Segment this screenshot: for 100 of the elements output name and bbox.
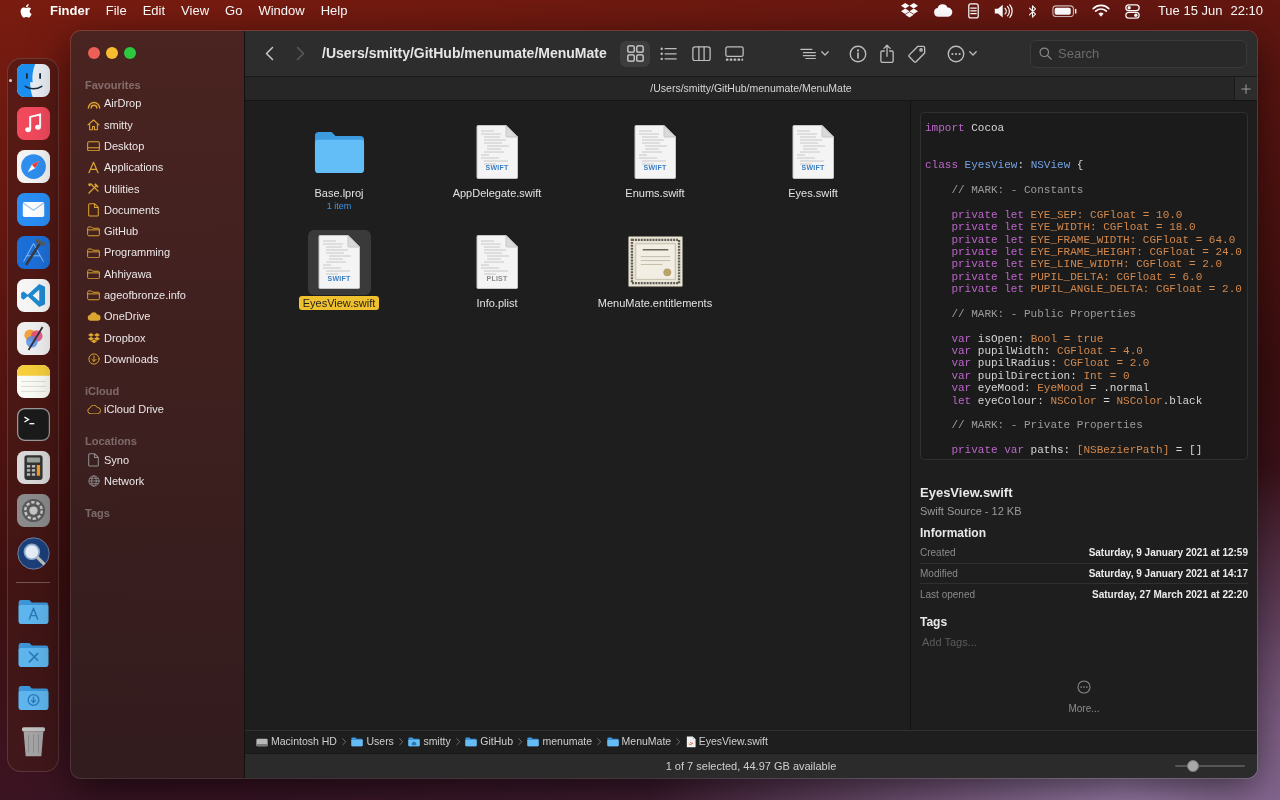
sidebar-heading: Tags [84,505,111,521]
gear-icon[interactable] [16,494,50,527]
document-icon[interactable] [476,235,518,289]
caret-icon [821,51,829,56]
file-kind-size: Swift Source - 12 KB [920,504,1023,518]
two-tone-face-icon[interactable] [16,64,50,97]
path-item[interactable]: EyesView.swift [685,734,768,750]
folder-icon [87,226,100,237]
speaker-icon[interactable] [993,3,1013,19]
sidebar-item[interactable]: Documents [81,199,234,221]
diamond-box-icon[interactable] [900,3,918,19]
more-button[interactable]: More... [1068,680,1100,715]
code-line: private let EYE_FRAME_HEIGHT: CGFloat = 24.0 [951,245,1242,259]
list-box-icon[interactable] [967,3,979,19]
window-title: /Users/smitty/GitHub/menumate/MenuMate [322,44,608,63]
icon-view-button[interactable] [620,40,650,67]
path-item[interactable]: Macintosh HD [256,734,337,750]
menu-item[interactable]: Window [258,3,305,19]
ribbon-icon[interactable] [16,279,50,312]
file-name: MenuMate.entitlements [596,296,714,310]
wifi-icon[interactable] [1091,4,1110,18]
tags-field[interactable]: Add Tags... [920,633,1120,651]
sidebar-item[interactable]: OneDrive [81,305,234,328]
close-button[interactable] [88,47,100,59]
code-line: var pupilRadius: CGFloat = 2.0 [951,357,1150,370]
code-line: var eyeMood: EyeMood = .normal [951,382,1150,395]
folder-icon [87,247,100,258]
chevron-right-icon [398,738,404,746]
apple-icon[interactable] [19,3,32,19]
path-item[interactable]: smitty [408,734,451,750]
zoom-button[interactable] [124,47,136,59]
search-field[interactable]: Search [1030,39,1247,68]
terminal-icon[interactable] [16,408,50,441]
menu-bar-time[interactable]: 22:10 [1230,3,1263,19]
status-text: 1 of 7 selected, 44.97 GB available [665,758,837,774]
columns-icon [691,45,711,62]
sidebar-item[interactable]: Downloads [81,348,234,370]
new-tab-button[interactable] [1234,77,1257,100]
sidebar-item[interactable]: Applications [81,156,234,179]
toggles-icon[interactable] [1124,3,1140,19]
bluetooth-icon[interactable] [1027,3,1037,19]
grid-icon [626,45,644,62]
code-line: // MARK: - Private Properties [951,419,1143,432]
menu-item[interactable]: Go [225,3,243,19]
path-item[interactable]: MenuMate [606,734,672,750]
menu-item[interactable]: Edit [142,3,166,19]
download-icon [87,353,100,366]
sidebar-item[interactable]: Programming [81,242,234,264]
ellipsis-circle-icon [947,44,965,63]
menu-item[interactable]: View [181,3,210,19]
menu-bar-date[interactable]: Tue 15 Jun [1157,3,1223,19]
code-line: private let PUPIL_ANGLE_DELTA: CGFloat = 2.0 [951,283,1242,296]
certificate-icon[interactable] [627,236,683,288]
info-value: Saturday, 9 January 2021 at 12:59 [1088,546,1248,561]
sidebar-item[interactable]: smitty [81,114,234,136]
document-icon[interactable] [476,124,518,179]
path-item[interactable]: Users [351,734,394,750]
grouped-list-icon [800,47,817,60]
sidebar-item[interactable]: AirDrop [81,93,234,115]
sidebar-item[interactable]: ageofbronze.info [81,284,234,306]
crossed-tools-icon [87,182,100,196]
sidebar-item[interactable]: Desktop [81,135,234,157]
hammer-icon[interactable] [16,236,50,269]
sidebar-item[interactable]: Syno [81,449,234,471]
minimize-button[interactable] [106,47,118,59]
slider-thumb[interactable] [1186,760,1199,772]
sidebar-item[interactable]: Ahhiyawa [81,263,234,285]
sidebar-item[interactable]: iCloud Drive [81,398,234,421]
path-item[interactable]: GitHub [465,734,513,750]
magnifier-icon[interactable] [16,537,50,570]
sidebar-item[interactable]: Network [81,470,234,492]
envelope-icon[interactable] [16,193,50,226]
music-note-icon[interactable] [16,107,50,140]
chevron-right-icon [597,738,602,746]
document-icon[interactable] [318,235,360,289]
app-menu[interactable]: Finder [50,3,90,19]
paint-brush-icon[interactable] [16,322,50,355]
menu-item[interactable]: Help [320,3,348,19]
file-name: Base.lproj [313,185,365,200]
sidebar-item[interactable]: Dropbox [81,327,234,349]
list-icon [659,46,677,61]
search-icon [1039,47,1052,60]
calculator-icon[interactable] [16,451,50,484]
icon-size-slider[interactable] [1175,760,1245,772]
document-icon[interactable] [634,124,676,179]
menu-item[interactable]: File [105,3,127,19]
sidebar-item[interactable]: Utilities [81,178,234,200]
notepad-icon[interactable] [16,365,50,398]
section-heading: Information [920,525,987,541]
cloud-icon[interactable] [932,4,953,18]
sidebar-item[interactable]: GitHub [81,220,234,243]
document-icon [88,203,99,217]
cloud-icon [86,404,101,415]
folder-icon[interactable] [312,129,366,174]
path-item[interactable]: menumate [527,734,593,750]
sidebar-heading: Locations [84,434,138,450]
battery-icon[interactable] [1051,4,1077,18]
compass-icon[interactable] [16,150,50,183]
document-icon[interactable] [792,124,834,179]
cloud-icon [86,311,101,322]
